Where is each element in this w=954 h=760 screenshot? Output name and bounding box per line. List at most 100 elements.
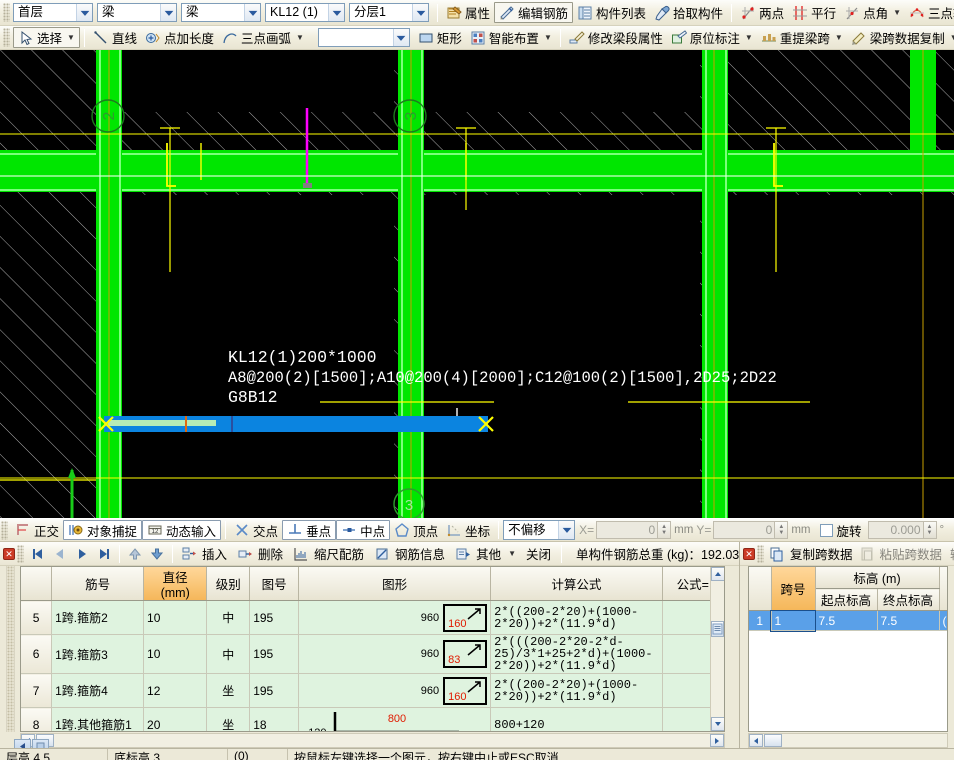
insert-button[interactable]: 插入	[177, 543, 233, 564]
parallel-button[interactable]: 平行	[788, 2, 840, 23]
copy-span-data-button[interactable]: 复制跨数据	[767, 543, 857, 564]
properties-button[interactable]: 属性	[442, 2, 494, 23]
chevron-down-icon[interactable]	[558, 521, 574, 539]
col-formula[interactable]: 计算公式	[491, 567, 663, 601]
cell-extra[interactable]: (0	[939, 611, 948, 631]
col-figure-no[interactable]: 图号	[250, 567, 299, 601]
panel-grip[interactable]	[757, 545, 764, 563]
draw-mode-selector[interactable]	[318, 28, 410, 47]
rebar-table-vscrollbar[interactable]	[710, 567, 724, 731]
three-point-arc-tool[interactable]: 三点画弧 ▼	[218, 27, 308, 48]
chevron-down-icon[interactable]: ▼	[508, 549, 516, 558]
rebar-info-button[interactable]: 钢筋信息	[370, 543, 451, 564]
cell-shape[interactable]: 96083	[299, 635, 491, 674]
cell-shape[interactable]: 120800	[299, 708, 491, 733]
move-down-button[interactable]	[146, 544, 168, 564]
point-add-length-tool[interactable]: 点加长度	[141, 27, 218, 48]
offset-y-input[interactable]: 0	[713, 521, 775, 539]
drawing-canvas[interactable]: 2 3 3	[0, 50, 954, 518]
offset-y-stepper[interactable]: ▲▼	[775, 521, 788, 539]
layer-selector[interactable]: 分层1	[349, 3, 429, 22]
cell-index[interactable]: 7	[21, 674, 52, 708]
rotate-input[interactable]: 0.000	[868, 521, 924, 539]
table-row[interactable]: 51跨.箍筋210中1959601602*((200-2*20)+(1000-2…	[21, 601, 724, 635]
pick-component-button[interactable]: 拾取构件	[650, 2, 727, 23]
chevron-down-icon[interactable]: ▼	[835, 33, 843, 42]
col-diameter[interactable]: 直径 (mm)	[144, 567, 207, 601]
col-start-elevation[interactable]: 起点标高	[815, 589, 877, 611]
beam-span-data-copy-tool[interactable]: 梁跨数据复制 ▼	[847, 27, 954, 48]
chevron-down-icon[interactable]	[328, 4, 344, 21]
scale-rebar-button[interactable]: 缩尺配筋	[289, 543, 370, 564]
perpendicular-snap-toggle[interactable]: 垂点	[282, 520, 336, 540]
cell-formula[interactable]: 2*(((200-2*20-2*d-25)/3*1+25+2*d)+(1000-…	[491, 635, 663, 674]
col-span-no[interactable]: 跨号	[771, 567, 815, 611]
cell-rebar-no[interactable]: 1跨.箍筋3	[52, 635, 144, 674]
chevron-down-icon[interactable]: ▼	[893, 8, 901, 17]
rectangle-tool[interactable]: 矩形	[414, 27, 466, 48]
category-selector[interactable]: 梁	[97, 3, 177, 22]
chevron-down-icon[interactable]	[393, 29, 409, 46]
two-point-button[interactable]: 两点	[736, 2, 788, 23]
cell-rebar-no[interactable]: 1跨.其他箍筋1	[52, 708, 144, 733]
select-tool[interactable]: 选择 ▼	[13, 27, 80, 48]
col-shape[interactable]: 图形	[299, 567, 491, 601]
edit-rebar-button[interactable]: 编辑钢筋	[494, 2, 573, 23]
offset-x-input[interactable]: 0	[596, 521, 658, 539]
smart-layout-tool[interactable]: 智能布置 ▼	[466, 27, 556, 48]
chevron-down-icon[interactable]	[412, 4, 428, 21]
table-row[interactable]: 81跨.其他箍筋120坐18120800800+120	[21, 708, 724, 733]
dynamic-input-toggle[interactable]: 12 动态输入	[142, 520, 221, 540]
col-extra[interactable]	[939, 567, 948, 611]
line-tool[interactable]: 直线	[89, 27, 141, 48]
point-angle-button[interactable]: 点角 ▼	[840, 2, 905, 23]
scroll-down-button[interactable]	[711, 717, 725, 731]
cell-index[interactable]: 6	[21, 635, 52, 674]
modify-beam-segment-tool[interactable]: 修改梁段属性	[565, 27, 667, 48]
chevron-down-icon[interactable]: ▼	[544, 33, 552, 42]
cell-diameter[interactable]: 12	[144, 674, 207, 708]
cell-grade[interactable]: 坐	[207, 674, 250, 708]
col-rebar-no[interactable]: 筋号	[52, 567, 144, 601]
chevron-down-icon[interactable]: ▼	[745, 33, 753, 42]
close-panel-button[interactable]: 关闭	[520, 543, 557, 564]
midpoint-snap-toggle[interactable]: 中点	[336, 520, 390, 540]
col-span-index[interactable]	[749, 567, 771, 611]
cell-formula[interactable]: 2*((200-2*20)+(1000-2*20))+2*(11.9*d)	[491, 601, 663, 635]
cell-grade[interactable]: 坐	[207, 708, 250, 733]
toolbar-grip[interactable]	[3, 3, 10, 22]
scroll-left-button[interactable]	[749, 734, 763, 747]
last-record-button[interactable]	[93, 544, 115, 564]
offset-mode-selector[interactable]: 不偏移	[503, 520, 575, 540]
rotate-checkbox[interactable]	[820, 524, 833, 537]
chevron-down-icon[interactable]	[244, 4, 260, 21]
cell-rebar-no[interactable]: 1跨.箍筋2	[52, 601, 144, 635]
span-hscroll-thumb[interactable]	[764, 734, 782, 747]
rebar-panel-side-grip[interactable]	[6, 566, 15, 732]
cell-index[interactable]: 5	[21, 601, 52, 635]
next-record-button[interactable]	[71, 544, 93, 564]
col-index[interactable]	[21, 567, 52, 601]
cell-diameter[interactable]: 10	[144, 601, 207, 635]
coordinate-snap-toggle[interactable]: 坐标	[442, 520, 494, 540]
chevron-down-icon[interactable]: ▼	[296, 33, 304, 42]
cell-diameter[interactable]: 20	[144, 708, 207, 733]
cell-shape[interactable]: 960160	[299, 674, 491, 708]
ortho-toggle[interactable]: 正交	[11, 520, 63, 540]
component-selector[interactable]: KL12 (1)	[265, 3, 345, 22]
span-table-container[interactable]: 跨号 标高 (m) 起点标高 终点标高 117.57.5(0	[748, 566, 948, 732]
snapbar-grip[interactable]	[1, 521, 8, 540]
panel-grip[interactable]	[17, 545, 24, 563]
vertex-snap-toggle[interactable]: 顶点	[390, 520, 442, 540]
cell-diameter[interactable]: 10	[144, 635, 207, 674]
rebar-table-container[interactable]: 筋号 直径 (mm) 级别 图号 图形 计算公式 公式= 51跨.箍筋210中1…	[20, 566, 725, 732]
chevron-down-icon[interactable]	[160, 4, 176, 21]
three-point-aux-axis-button[interactable]: 三点辅轴 ▼	[905, 2, 954, 23]
scroll-up-button[interactable]	[711, 567, 725, 581]
chevron-down-icon[interactable]: ▼	[950, 33, 954, 42]
cell-figure-no[interactable]: 195	[250, 601, 299, 635]
cell-figure-no[interactable]: 18	[250, 708, 299, 733]
table-row[interactable]: 117.57.5(0	[749, 611, 948, 631]
cell-formula[interactable]: 800+120	[491, 708, 663, 733]
move-up-button[interactable]	[124, 544, 146, 564]
